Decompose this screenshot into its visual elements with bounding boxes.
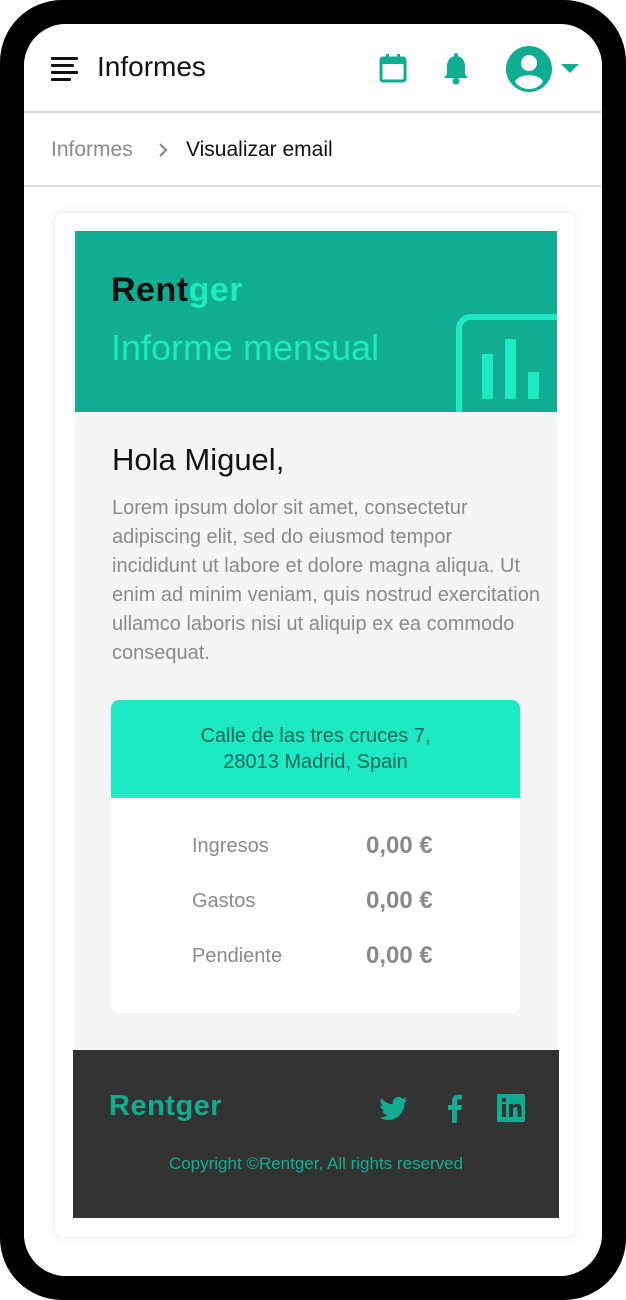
- calendar-icon[interactable]: [379, 53, 407, 83]
- summary-label: Pendiente: [192, 945, 283, 967]
- greeting: Hola Miguel,: [112, 442, 285, 477]
- bell-icon[interactable]: [441, 53, 471, 85]
- app-screen: Informes Informes Visualizar email Rentg…: [24, 24, 602, 1276]
- user-avatar-icon: [506, 46, 552, 92]
- brand-logo-part1: Rent: [111, 271, 189, 309]
- brand-logo-part2: ger: [188, 271, 243, 309]
- device-frame: Informes Informes Visualizar email Rentg…: [0, 0, 626, 1300]
- summary-row-pendiente: Pendiente 0,00 €: [111, 942, 520, 972]
- chevron-right-icon: [159, 143, 168, 157]
- address-line-2: 28013 Madrid, Spain: [223, 751, 408, 773]
- email-footer: Rentger Copyright ©Rentger, All rights r…: [73, 1050, 559, 1218]
- property-address: Calle de las tres cruces 7, 28013 Madrid…: [111, 700, 520, 798]
- bar-chart-icon: [456, 314, 557, 412]
- content-area: Rentger Informe mensual Hola Miguel, Lor…: [24, 189, 602, 1276]
- email-preview-card: Rentger Informe mensual Hola Miguel, Lor…: [55, 213, 575, 1237]
- email-banner: Rentger Informe mensual: [75, 231, 557, 412]
- copyright-text: Copyright ©Rentger, All rights reserved: [168, 1154, 464, 1173]
- summary-label: Ingresos: [192, 835, 269, 857]
- top-bar: Informes: [24, 24, 602, 113]
- summary-row-gastos: Gastos 0,00 €: [111, 887, 520, 917]
- summary-value: 0,00 €: [366, 832, 433, 859]
- summary-value: 0,00 €: [366, 887, 433, 914]
- footer-brand-logo: Rentger: [109, 1090, 223, 1122]
- report-title: Informe mensual: [111, 327, 380, 368]
- property-summary-card: Calle de las tres cruces 7, 28013 Madrid…: [111, 700, 520, 1013]
- address-line-1: Calle de las tres cruces 7,: [200, 725, 431, 747]
- email-body: Hola Miguel, Lorem ipsum dolor sit amet,…: [75, 412, 557, 1050]
- twitter-icon[interactable]: [377, 1092, 409, 1124]
- linkedin-icon[interactable]: [495, 1092, 527, 1124]
- page-title: Informes: [97, 51, 206, 82]
- breadcrumb-item-informes[interactable]: Informes: [51, 138, 133, 162]
- facebook-icon[interactable]: [439, 1092, 471, 1124]
- intro-paragraph: Lorem ipsum dolor sit amet, consectetur …: [112, 497, 540, 664]
- breadcrumb-item-current: Visualizar email: [186, 138, 333, 161]
- summary-value: 0,00 €: [366, 942, 433, 969]
- menu-icon[interactable]: [51, 57, 79, 81]
- user-menu-button[interactable]: [506, 46, 580, 92]
- brand-logo: Rentger: [111, 271, 243, 310]
- chevron-down-icon: [561, 64, 579, 73]
- summary-label: Gastos: [192, 890, 256, 912]
- breadcrumb: Informes Visualizar email: [24, 114, 602, 187]
- summary-row-ingresos: Ingresos 0,00 €: [111, 832, 520, 862]
